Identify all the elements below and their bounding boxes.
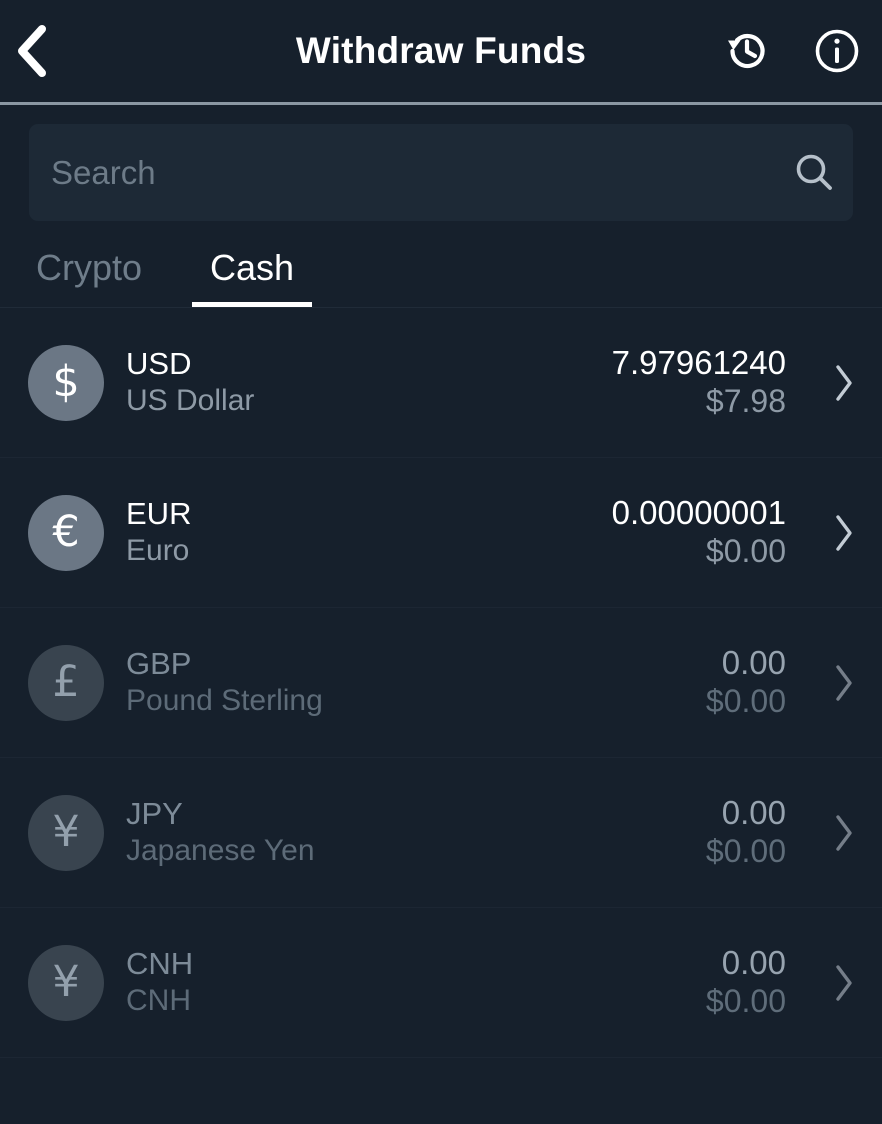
table-row[interactable]: £ GBP Pound Sterling 0.00 $0.00 [0,608,882,758]
search-button[interactable] [775,124,853,221]
chevron-right-icon [836,814,852,851]
info-circle-icon [815,29,859,73]
currency-name: Euro [126,534,190,568]
withdraw-funds-screen: Withdraw Funds Search Crypto Cash $ USD … [0,0,882,1124]
chevron-right-icon [836,964,852,1001]
info-button[interactable] [814,28,860,74]
currency-balances: 0.00 $0.00 [706,646,786,718]
chevron-right-icon [836,664,852,701]
currency-avatar: ¥ [28,944,104,1021]
table-row[interactable]: ¥ CNH CNH 0.00 $0.00 [0,908,882,1058]
search-section [0,105,882,221]
currency-ticker: GBP [126,646,192,682]
currency-labels: JPY Japanese Yen [126,798,315,866]
usd-dollar-icon: $ [52,357,80,407]
app-header: Withdraw Funds [0,0,882,105]
chevron-right-icon [836,514,852,551]
currency-labels: CNH CNH [126,948,193,1016]
currency-amount: 0.00 [721,944,786,982]
cnh-yuan-icon: ¥ [52,957,80,1007]
currency-name: Japanese Yen [126,834,315,868]
currency-amount: 0.00 [721,644,786,682]
table-row[interactable]: ¥ JPY Japanese Yen 0.00 $0.00 [0,758,882,908]
currency-ticker: CNH [126,946,194,982]
table-row[interactable]: € EUR Euro 0.00000001 $0.00 [0,458,882,608]
tab-crypto-label: Crypto [36,247,143,288]
header-actions [724,28,860,74]
currency-fiat-value: $7.98 [705,383,786,420]
tab-cash[interactable]: Cash [192,247,313,307]
jpy-yen-icon: ¥ [52,807,80,857]
table-row[interactable]: $ USD US Dollar 7.97961240 $7.98 [0,308,882,458]
currency-balances: 7.97961240 $7.98 [612,346,786,418]
currency-name: Pound Sterling [126,684,323,718]
currency-fiat-value: $0.00 [705,533,786,570]
gbp-pound-icon: £ [52,657,80,707]
tab-bar: Crypto Cash [0,221,882,307]
currency-name: CNH [126,984,191,1018]
row-chevron-button[interactable] [796,813,856,853]
currency-fiat-value: $0.00 [705,683,786,720]
currency-amount: 0.00 [721,794,786,832]
currency-ticker: JPY [126,796,183,832]
currency-amount: 0.00000001 [611,494,786,532]
currency-balances: 0.00000001 $0.00 [612,496,786,568]
currency-avatar: £ [28,644,104,721]
search-box[interactable] [29,124,853,221]
currency-list: $ USD US Dollar 7.97961240 $7.98 € EUR E… [0,308,882,1058]
search-input[interactable] [29,124,775,221]
currency-fiat-value: $0.00 [705,983,786,1020]
row-chevron-button[interactable] [796,663,856,703]
currency-balances: 0.00 $0.00 [706,946,786,1018]
currency-balances: 0.00 $0.00 [706,796,786,868]
row-chevron-button[interactable] [796,963,856,1003]
currency-labels: USD US Dollar [126,348,254,416]
currency-avatar: € [28,494,104,571]
search-icon [796,154,832,190]
currency-ticker: EUR [126,496,192,532]
currency-labels: EUR Euro [126,498,191,566]
row-chevron-button[interactable] [796,363,856,403]
currency-name: US Dollar [126,384,255,418]
history-button[interactable] [724,28,770,74]
currency-labels: GBP Pound Sterling [126,648,323,716]
row-chevron-button[interactable] [796,513,856,553]
currency-fiat-value: $0.00 [705,833,786,870]
currency-avatar: $ [28,344,104,421]
currency-ticker: USD [126,346,192,382]
chevron-right-icon [836,364,852,401]
eur-euro-icon: € [52,507,80,557]
currency-avatar: ¥ [28,794,104,871]
currency-amount: 7.97961240 [611,344,786,382]
history-clock-icon [728,33,765,69]
tab-cash-label: Cash [210,247,295,288]
tab-crypto[interactable]: Crypto [36,247,142,307]
